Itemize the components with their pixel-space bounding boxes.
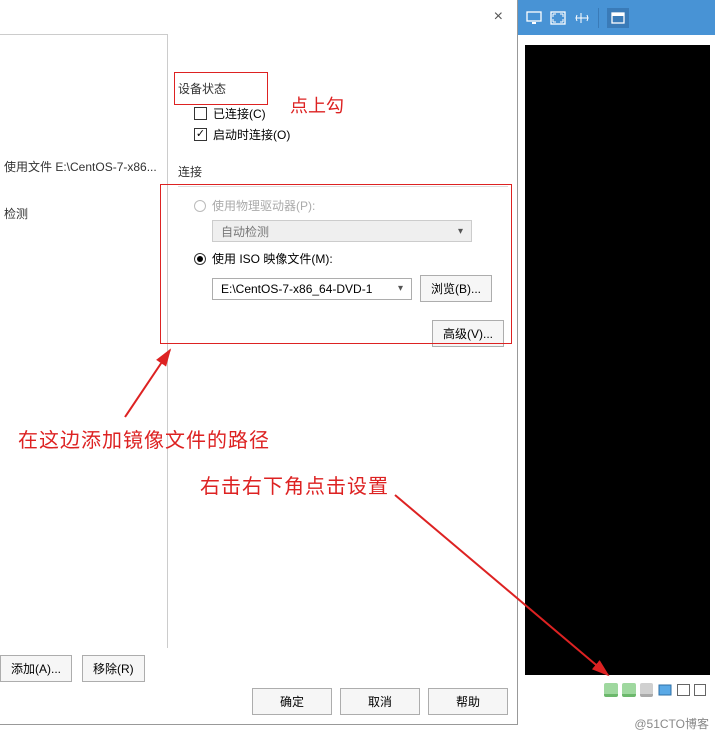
connect-at-poweron-label: 启动时连接(O) xyxy=(213,126,290,143)
device-status-group: 设备状态 已连接(C) 启动时连接(O) xyxy=(178,80,508,145)
usb-icon[interactable] xyxy=(677,684,689,696)
toolbar-separator xyxy=(598,8,599,28)
use-iso-label: 使用 ISO 映像文件(M): xyxy=(212,250,333,267)
fullscreen-icon[interactable] xyxy=(607,8,629,28)
monitor-icon[interactable] xyxy=(526,11,542,25)
use-iso-radio[interactable] xyxy=(194,253,206,265)
iso-path-select[interactable]: E:\CentOS-7-x86_64-DVD-1 ▾ xyxy=(212,278,412,300)
use-physical-radio xyxy=(194,200,206,212)
stretch-icon[interactable] xyxy=(574,11,590,25)
ok-button[interactable]: 确定 xyxy=(252,688,332,715)
hardware-item-detect[interactable]: 检测 xyxy=(4,202,161,225)
iso-path-value: E:\CentOS-7-x86_64-DVD-1 xyxy=(221,282,372,296)
chevron-down-icon: ▾ xyxy=(458,226,463,237)
vm-settings-dialog: × 使用文件 E:\CentOS-7-x86... 检测 添加(A)... 移除… xyxy=(0,0,518,725)
device-config-panel: 设备状态 已连接(C) 启动时连接(O) 连接 使用物理驱动器(P): xyxy=(178,80,508,365)
connect-at-poweron-checkbox[interactable] xyxy=(194,128,207,141)
hardware-item-iso[interactable]: 使用文件 E:\CentOS-7-x86... xyxy=(4,155,161,178)
physical-drive-select: 自动检测 ▾ xyxy=(212,220,472,242)
watermark: @51CTO博客 xyxy=(634,715,709,732)
floppy-icon[interactable] xyxy=(640,683,654,697)
device-status-title: 设备状态 xyxy=(178,80,508,97)
cancel-button[interactable]: 取消 xyxy=(340,688,420,715)
remove-hardware-button[interactable]: 移除(R) xyxy=(82,655,145,682)
fit-screen-icon[interactable] xyxy=(550,11,566,25)
help-button[interactable]: 帮助 xyxy=(428,688,508,715)
use-physical-label: 使用物理驱动器(P): xyxy=(212,197,315,214)
cd-dvd-icon[interactable] xyxy=(622,683,636,697)
hardware-list-panel: 使用文件 E:\CentOS-7-x86... 检测 xyxy=(0,34,168,648)
vmware-top-toolbar xyxy=(518,0,715,35)
browse-button[interactable]: 浏览(B)... xyxy=(420,275,492,302)
physical-drive-value: 自动检测 xyxy=(221,223,269,240)
sound-icon[interactable] xyxy=(694,684,706,696)
vm-status-tray[interactable] xyxy=(600,680,710,700)
connected-checkbox[interactable] xyxy=(194,107,207,120)
hard-disk-icon[interactable] xyxy=(604,683,618,697)
add-hardware-button[interactable]: 添加(A)... xyxy=(0,655,72,682)
chevron-down-icon[interactable]: ▾ xyxy=(398,283,403,294)
connected-label: 已连接(C) xyxy=(213,105,266,122)
network-adapter-icon[interactable] xyxy=(657,683,673,697)
connection-group: 连接 使用物理驱动器(P): 自动检测 ▾ 使用 ISO 映像文件(M): xyxy=(178,163,508,347)
connection-title: 连接 xyxy=(178,163,508,180)
close-icon[interactable]: × xyxy=(488,4,509,30)
advanced-button[interactable]: 高级(V)... xyxy=(432,320,504,347)
vm-console-background xyxy=(525,45,710,675)
